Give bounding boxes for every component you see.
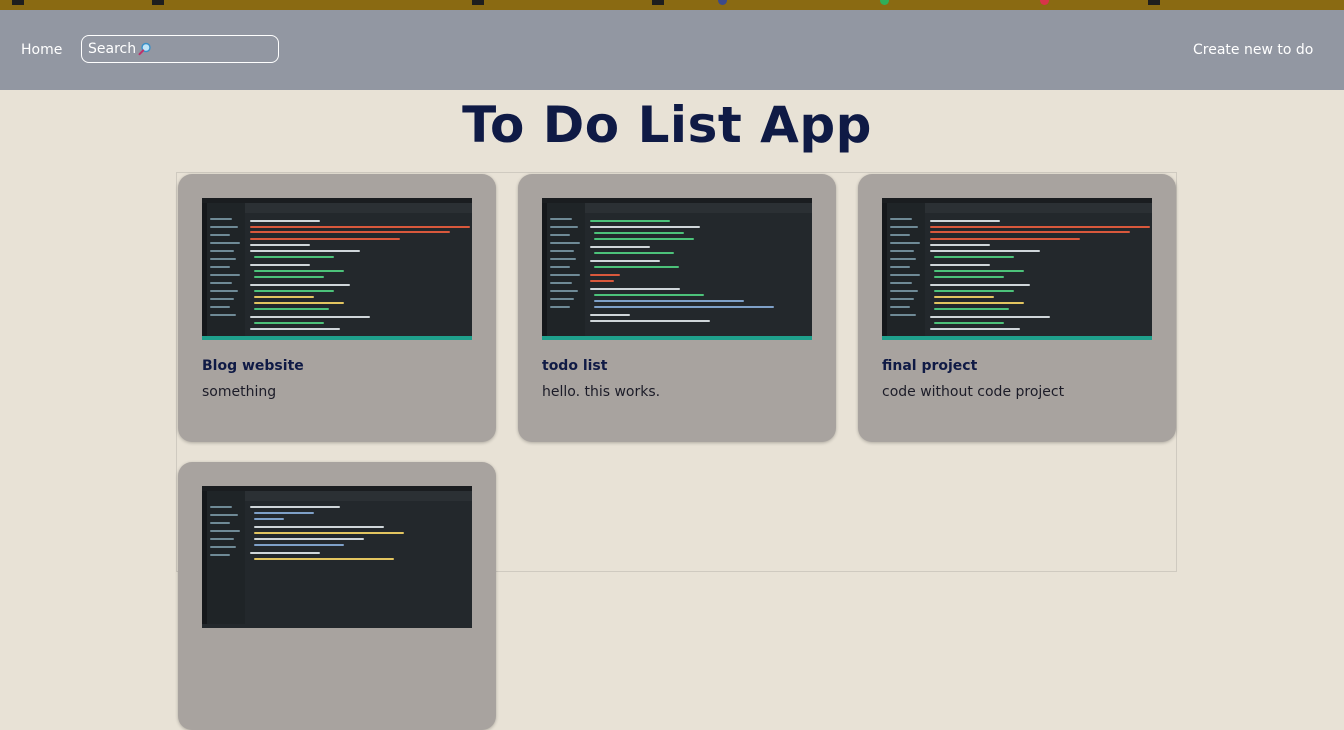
home-link[interactable]: Home	[21, 42, 62, 58]
todo-description: code without code project	[882, 384, 1065, 400]
todo-card[interactable]	[178, 462, 496, 730]
todo-thumbnail	[202, 486, 472, 628]
create-todo-link[interactable]: Create new to do	[1193, 42, 1313, 58]
magnifier-icon	[138, 42, 152, 56]
todo-description: something	[202, 384, 277, 400]
todo-thumbnail	[882, 198, 1152, 340]
todo-description: hello. this works.	[542, 384, 661, 400]
todo-card[interactable]: Blog website something	[178, 174, 496, 442]
todo-title: Blog website	[202, 358, 304, 374]
bookmark-icon[interactable]	[880, 0, 889, 5]
todo-title: todo list	[542, 358, 608, 374]
search-placeholder: Search	[88, 41, 137, 57]
bookmark-icon[interactable]	[1040, 0, 1049, 5]
todo-grid: Blog website something todo list hello. …	[176, 172, 1177, 730]
bookmark-icon[interactable]	[472, 0, 484, 5]
bookmark-icon[interactable]	[718, 0, 727, 5]
bookmark-icon[interactable]	[12, 0, 24, 5]
bookmark-icon[interactable]	[1148, 0, 1160, 5]
top-navbar: Home Search Create new to do	[0, 10, 1344, 90]
todo-thumbnail	[542, 198, 812, 340]
todo-card[interactable]: todo list hello. this works.	[518, 174, 836, 442]
search-input[interactable]: Search	[81, 35, 279, 63]
todo-thumbnail	[202, 198, 472, 340]
todo-title: final project	[882, 358, 978, 374]
todo-card[interactable]: final project code without code project	[858, 174, 1176, 442]
page-title: To Do List App	[462, 96, 872, 154]
bookmark-icon[interactable]	[152, 0, 164, 5]
bookmark-icon[interactable]	[652, 0, 664, 5]
